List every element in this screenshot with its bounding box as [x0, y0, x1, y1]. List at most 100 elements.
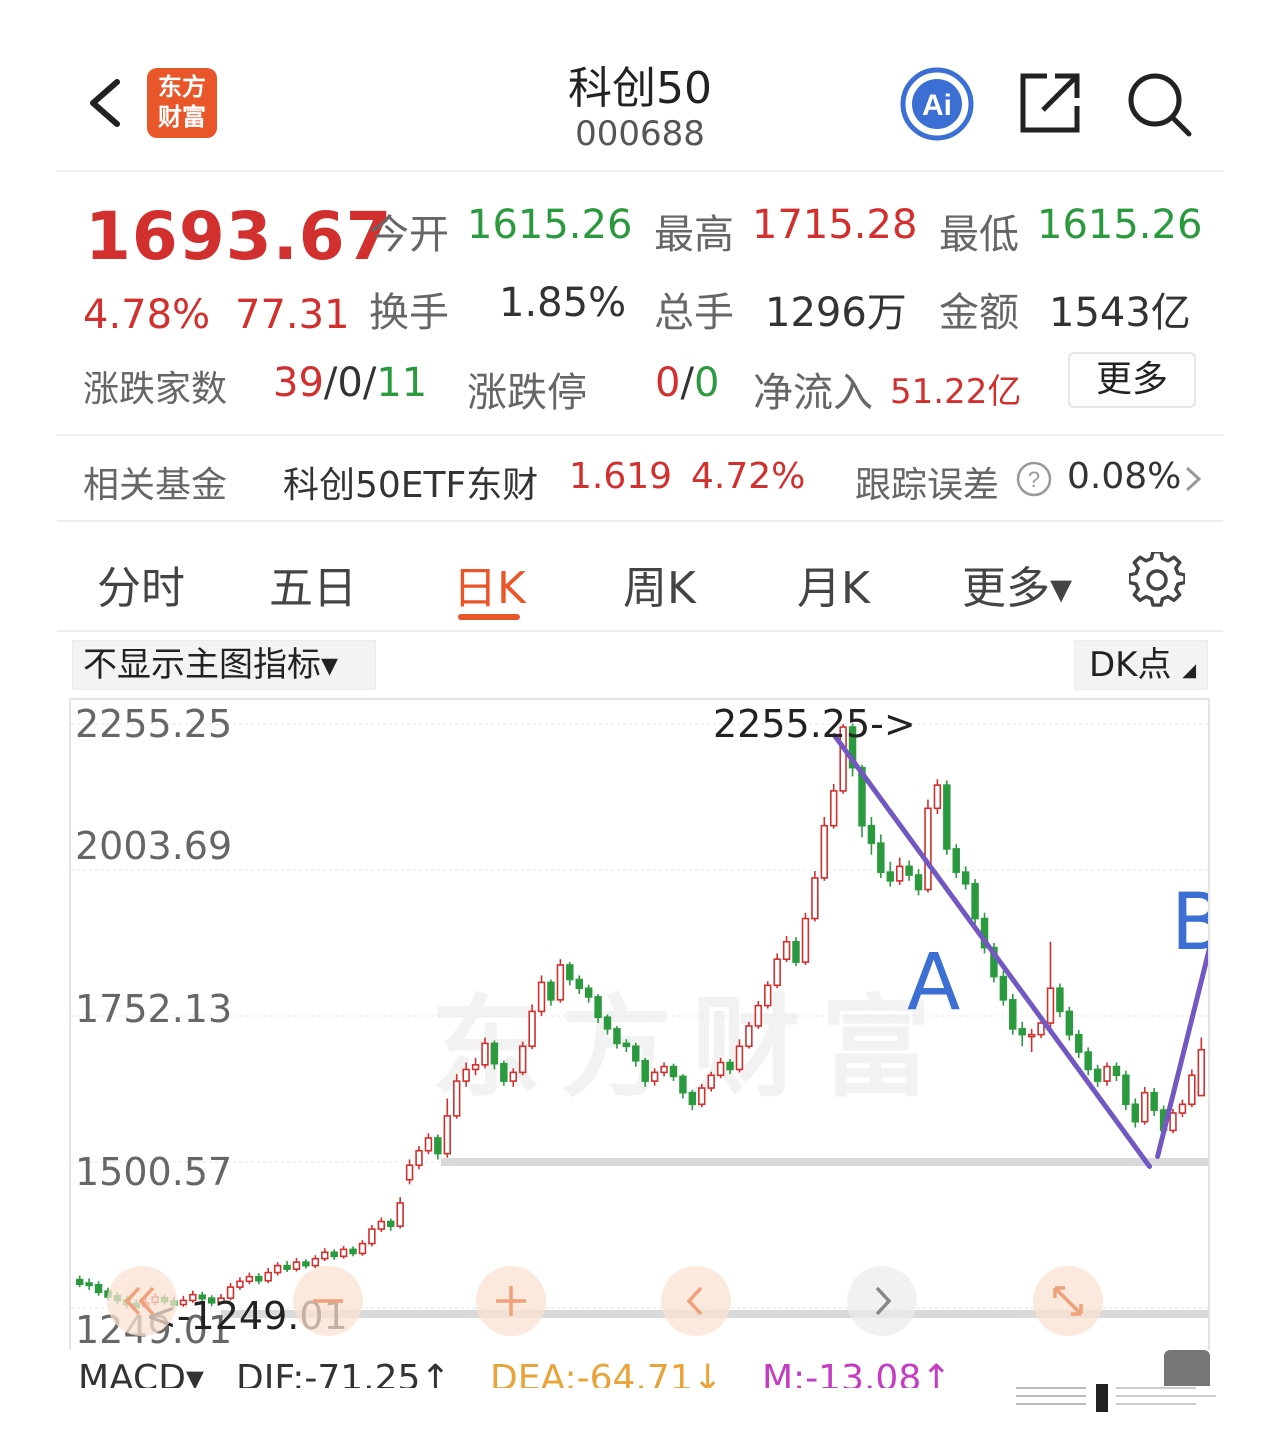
candle-body: [490, 1042, 499, 1065]
candle-body: [556, 964, 565, 1001]
macd-indicator-row: MACD▾ DIF:-71.25↑ DEA:-64.71↓ M:-13.08↑: [72, 1358, 1072, 1388]
help-icon[interactable]: ?: [1015, 460, 1053, 498]
candle-body: [528, 1010, 536, 1048]
breadth-values: 39/0/11: [273, 360, 427, 406]
related-fund-row[interactable]: 相关基金 科创50ETF东财 1.619 4.72% 跟踪误差 ? 0.08%: [57, 440, 1223, 518]
last-price: 1693.67: [85, 198, 393, 275]
y-tick-label: 2003.69: [75, 824, 233, 868]
candle-body: [933, 784, 942, 810]
tab-more[interactable]: 更多▾: [962, 552, 1072, 616]
amount-label: 金额: [939, 290, 1019, 336]
high-value: 1715.28: [752, 202, 918, 248]
kline-chart[interactable]: 东方财富 2255.25 2003.69 1752.13 1500.57 124…: [69, 698, 1210, 1350]
candle-body: [1075, 1033, 1083, 1053]
expand-icon: [1053, 1286, 1083, 1316]
candle-body: [660, 1065, 668, 1074]
candle-body: [792, 940, 800, 963]
zoom-out-button[interactable]: [293, 1266, 363, 1336]
ai-assistant-icon[interactable]: Ai: [899, 66, 975, 142]
dk-point-label: DK点: [1089, 645, 1172, 685]
candle-body: [245, 1275, 254, 1283]
open-value: 1615.26: [467, 202, 633, 248]
macd-select[interactable]: MACD▾: [78, 1358, 204, 1388]
tab-five-day[interactable]: 五日: [269, 552, 357, 616]
macd-m: M:-13.08↑: [762, 1358, 952, 1388]
candle-body: [339, 1248, 348, 1258]
volume-value: 1296万: [765, 290, 907, 336]
candle-body: [575, 978, 583, 990]
high-label: 最高: [654, 212, 734, 258]
candle-body: [594, 996, 602, 1019]
candle-body: [735, 1045, 744, 1071]
fast-rewind-button[interactable]: [107, 1266, 177, 1336]
pan-left-button[interactable]: [661, 1266, 731, 1336]
chevron-right-icon: [1185, 466, 1202, 492]
candle-body: [283, 1264, 291, 1270]
candle-body: [358, 1242, 367, 1255]
candle-body: [396, 1202, 404, 1227]
tab-weekly-k[interactable]: 周K: [623, 552, 696, 616]
candle-body: [764, 984, 772, 1007]
tabs-divider: [57, 630, 1223, 632]
limit-values: 0/0: [655, 360, 719, 406]
breadth-label: 涨跌家数: [83, 369, 228, 410]
candle-body: [811, 877, 819, 920]
kline-canvas[interactable]: [71, 700, 1210, 1350]
inflow-label: 净流入: [753, 370, 873, 416]
tab-monthly-k[interactable]: 月K: [797, 552, 870, 616]
double-chevron-left-icon: [124, 1286, 155, 1316]
candle-body: [1178, 1103, 1187, 1114]
chevron-left-icon: [686, 1286, 703, 1316]
share-icon[interactable]: [1017, 70, 1083, 136]
fund-price: 1.619: [569, 456, 673, 497]
candle-body: [273, 1264, 282, 1274]
candle-body: [745, 1025, 753, 1048]
breadth-down: 11: [376, 360, 428, 406]
candle-body: [1197, 1048, 1206, 1097]
candle-body: [434, 1137, 442, 1155]
candle-body: [1112, 1065, 1121, 1077]
candle-body: [895, 865, 904, 882]
search-icon[interactable]: [1125, 70, 1193, 138]
more-quote-button[interactable]: 更多: [1068, 352, 1196, 408]
candle-body: [1084, 1051, 1092, 1071]
candle-body: [726, 1061, 734, 1071]
breadth-sep1: /: [323, 360, 338, 406]
candle-body: [236, 1280, 244, 1288]
fund-divider: [57, 520, 1223, 522]
candle-body: [462, 1068, 470, 1082]
candle-body: [1103, 1065, 1111, 1082]
candle-body: [914, 874, 923, 891]
candle-body: [75, 1278, 84, 1286]
turnover-value: 1.85%: [499, 280, 627, 326]
active-tab-indicator: [458, 614, 520, 620]
main-indicator-select[interactable]: 不显示主图指标▾: [72, 640, 376, 690]
minus-icon: [313, 1299, 343, 1303]
zoom-in-button[interactable]: [476, 1266, 546, 1336]
candle-body: [773, 958, 781, 987]
tab-intraday[interactable]: 分时: [97, 552, 185, 616]
dk-point-button[interactable]: DK点 ◢: [1074, 640, 1208, 690]
candle-body: [537, 981, 546, 1013]
support-band: [441, 1158, 1208, 1166]
fullscreen-button[interactable]: [1033, 1266, 1103, 1336]
gear-icon[interactable]: [1129, 552, 1185, 608]
limit-up: 0: [655, 360, 681, 406]
pan-right-button[interactable]: [847, 1266, 917, 1336]
candle-body: [377, 1220, 386, 1230]
tab-daily-k[interactable]: 日K: [453, 552, 526, 616]
header-divider: [57, 170, 1223, 172]
candle-body: [999, 975, 1008, 1001]
quote-divider: [57, 434, 1223, 436]
candle-body: [632, 1045, 640, 1062]
candle-body: [961, 871, 970, 885]
fund-label: 相关基金: [83, 465, 228, 506]
svg-text:?: ?: [1028, 467, 1040, 492]
candle-body: [867, 824, 876, 844]
candle-body: [452, 1080, 461, 1117]
candle-body: [707, 1074, 715, 1089]
candle-body: [584, 987, 593, 998]
candle-body: [952, 848, 960, 873]
corner-watermark-icon: [1016, 1384, 1216, 1412]
candle-body: [1056, 987, 1064, 1013]
